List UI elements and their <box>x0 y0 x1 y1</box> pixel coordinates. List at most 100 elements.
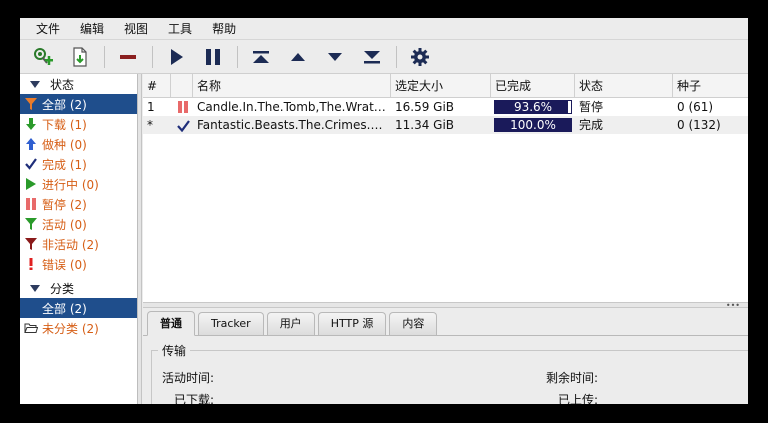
torrent-status: 暂停 <box>579 100 604 114</box>
remove-button[interactable] <box>113 43 143 71</box>
general-panel: 传输 活动时间: 剩余时间: 已下载: 已上传: <box>143 336 748 404</box>
filter-paused[interactable]: 暂停 (2) <box>20 194 137 214</box>
pause-icon <box>24 197 38 211</box>
pause-button[interactable] <box>198 43 228 71</box>
filter-running[interactable]: 进行中 (0) <box>20 174 137 194</box>
queue-up-button[interactable] <box>283 43 313 71</box>
toolbar-separator <box>396 45 397 68</box>
menu-edit[interactable]: 编辑 <box>70 18 114 40</box>
transfer-group-title: 传输 <box>158 342 191 359</box>
active-time-label: 活动时间: <box>162 371 215 385</box>
torrent-seeds: 0 (132) <box>677 118 721 132</box>
filter-inactive[interactable]: 非活动 (2) <box>20 234 137 254</box>
table-row[interactable]: * Fantastic.Beasts.The.Crimes.Of.G... 11… <box>143 116 748 134</box>
panel-splitter[interactable]: ••• <box>143 301 748 310</box>
torrent-seeds: 0 (61) <box>677 100 714 114</box>
menu-tools[interactable]: 工具 <box>158 18 202 40</box>
add-torrent-button[interactable] <box>28 43 58 71</box>
check-icon <box>24 157 38 171</box>
progress-label: 93.6% <box>513 100 553 114</box>
play-icon <box>24 177 38 191</box>
create-torrent-icon <box>73 46 87 67</box>
filter-label: 全部 (2) <box>42 97 87 112</box>
sidebar-splitter[interactable] <box>138 74 142 404</box>
status-group-header[interactable]: 状态 <box>20 74 137 94</box>
tab-peers[interactable]: 用户 <box>266 312 315 335</box>
paused-icon <box>171 98 193 116</box>
column-header-name[interactable]: 名称 <box>193 74 391 97</box>
table-row[interactable]: 1 Candle.In.The.Tomb,The.Wrath.Of... 16.… <box>143 98 748 116</box>
inactive-filter-icon <box>24 237 38 251</box>
preferences-button[interactable] <box>405 43 435 71</box>
tab-http-sources[interactable]: HTTP 源 <box>317 312 387 335</box>
queue-bottom-icon <box>364 50 380 63</box>
filter-label: 活动 (0) <box>42 217 87 232</box>
filter-label: 非活动 (2) <box>42 237 99 252</box>
torrent-size: 16.59 GiB <box>395 100 455 114</box>
filter-sidebar: 状态 全部 (2) 下载 (1) 做种 (0) 完成 (1) 进行中 (0) 暂… <box>20 74 138 404</box>
filter-downloading[interactable]: 下载 (1) <box>20 114 137 134</box>
filter-completed[interactable]: 完成 (1) <box>20 154 137 174</box>
toolbar-separator <box>152 45 153 68</box>
downloaded-label: 已下载: <box>174 393 215 404</box>
row-num: * <box>147 118 153 132</box>
resume-icon <box>171 48 183 65</box>
column-header-num[interactable]: # <box>143 74 171 97</box>
menu-help[interactable]: 帮助 <box>202 18 246 40</box>
column-header-progress[interactable]: 已完成 <box>491 74 575 97</box>
category-group-header[interactable]: 分类 <box>20 278 137 298</box>
category-all[interactable]: 全部 (2) <box>20 298 137 318</box>
all-filter-icon <box>24 97 38 111</box>
upload-arrow-icon <box>24 137 38 151</box>
progress-cell: 93.6% <box>491 98 575 116</box>
menu-bar: 文件 编辑 视图 工具 帮助 <box>20 18 748 40</box>
resume-button[interactable] <box>161 43 191 71</box>
toolbar-separator <box>237 45 238 68</box>
status-header-label: 状态 <box>50 77 75 92</box>
error-icon <box>24 257 38 271</box>
column-header-status[interactable]: 状态 <box>575 74 673 97</box>
download-arrow-icon <box>24 117 38 131</box>
column-header-seeds[interactable]: 种子 <box>673 74 748 97</box>
torrent-size: 11.34 GiB <box>395 118 455 132</box>
progress-cell: 100.0% <box>491 116 575 134</box>
column-header-state[interactable] <box>171 74 193 97</box>
app-window: 文件 编辑 视图 工具 帮助 状态 全部 (2) 下载 (1) 做种 (0) 完… <box>20 18 748 404</box>
queue-up-icon <box>291 52 305 61</box>
menu-file[interactable]: 文件 <box>26 18 70 40</box>
transfer-group: 传输 活动时间: 剩余时间: 已下载: 已上传: <box>151 342 748 404</box>
filter-label: 错误 (0) <box>42 257 87 272</box>
toolbar <box>20 40 748 74</box>
queue-down-icon <box>328 52 342 61</box>
main-area: # 名称 选定大小 已完成 状态 种子 1 Candle.In.The.Tomb… <box>143 74 748 404</box>
filter-seeding[interactable]: 做种 (0) <box>20 134 137 154</box>
gear-icon <box>411 47 429 66</box>
category-header-label: 分类 <box>50 281 75 296</box>
progress-remaining <box>567 100 572 114</box>
tab-tracker[interactable]: Tracker <box>198 312 264 335</box>
table-header: # 名称 选定大小 已完成 状态 种子 <box>143 74 748 98</box>
queue-top-icon <box>253 50 269 63</box>
filter-all[interactable]: 全部 (2) <box>20 94 137 114</box>
expand-triangle-icon <box>30 80 40 88</box>
filter-errored[interactable]: 错误 (0) <box>20 254 137 274</box>
queue-down-button[interactable] <box>320 43 350 71</box>
queue-top-button[interactable] <box>246 43 276 71</box>
category-uncategorized[interactable]: 未分类 (2) <box>20 318 137 338</box>
queue-bottom-button[interactable] <box>357 43 387 71</box>
progress-label: 100.0% <box>510 118 556 132</box>
splitter-grip-icon: ••• <box>725 301 740 310</box>
menu-view[interactable]: 视图 <box>114 18 158 40</box>
details-tabbar: 普通 Tracker 用户 HTTP 源 内容 <box>143 310 748 336</box>
filter-active[interactable]: 活动 (0) <box>20 214 137 234</box>
add-torrent-icon <box>34 47 53 65</box>
create-torrent-button[interactable] <box>65 43 95 71</box>
column-header-size[interactable]: 选定大小 <box>391 74 491 97</box>
category-label: 全部 (2) <box>42 301 87 316</box>
filter-label: 进行中 (0) <box>42 177 99 192</box>
progress-bar: 100.0% <box>494 118 572 132</box>
tab-content[interactable]: 内容 <box>389 312 438 335</box>
torrent-name: Fantastic.Beasts.The.Crimes.Of.G... <box>197 118 391 132</box>
tab-general[interactable]: 普通 <box>147 311 195 336</box>
torrent-table: # 名称 选定大小 已完成 状态 种子 1 Candle.In.The.Tomb… <box>143 74 748 302</box>
